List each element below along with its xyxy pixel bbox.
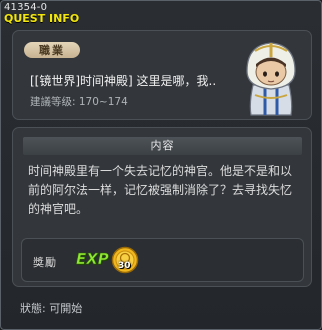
- reward-box: 獎勵 EXP 30: [21, 238, 304, 282]
- quest-summary-panel: 職業 [[镜世界]时间神殿] 这里是哪，我.. 建議等级: 170~174: [12, 30, 312, 120]
- quest-description: 时间神殿里有一个失去记忆的神官。他是不是和以前的阿尔法一样，记忆被强制消除了？去…: [28, 164, 293, 216]
- quest-info-window: 41354-0 QUEST INFO 職業 [[镜世界]时间神殿] 这里是哪，我…: [0, 0, 322, 330]
- gold-coin-icon: 30: [111, 246, 139, 274]
- level-requirement: 建議等级: 170~174: [30, 96, 128, 108]
- reward-label: 獎勵: [33, 256, 57, 269]
- quest-name: [[镜世界]时间神殿] 这里是哪，我..: [30, 74, 217, 88]
- coin-quantity: 30: [118, 261, 131, 271]
- hooded-priest-npc-icon: [246, 42, 296, 116]
- exp-icon: EXP: [76, 250, 109, 269]
- window-title: QUEST INFO: [4, 12, 80, 25]
- content-section-header: 内容: [23, 137, 302, 155]
- job-badge: 職業: [24, 42, 80, 58]
- quest-status: 狀態: 可開始: [20, 302, 83, 315]
- quest-content-panel: 内容 时间神殿里有一个失去记忆的神官。他是不是和以前的阿尔法一样，记忆被强制消除…: [12, 127, 312, 287]
